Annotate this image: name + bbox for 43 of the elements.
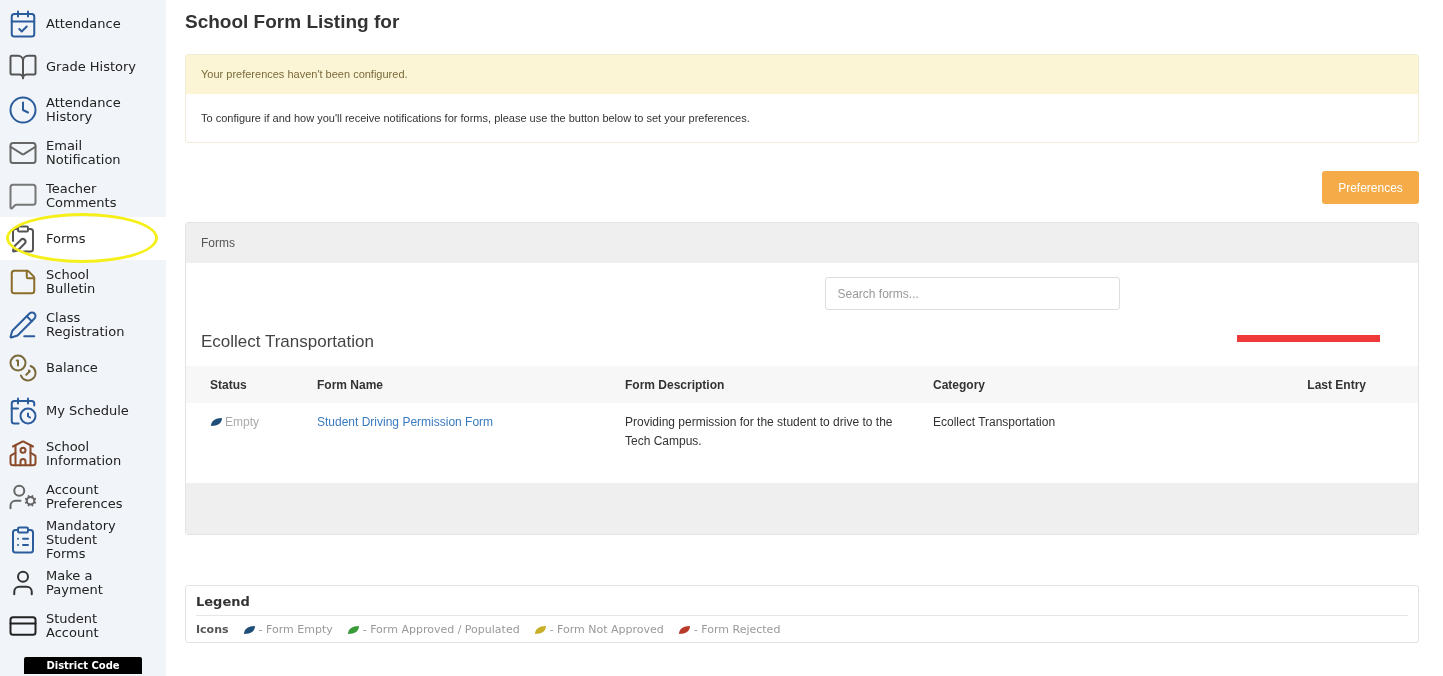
column-header: Status: [210, 376, 248, 394]
clock-icon: [8, 94, 38, 125]
sidebar-item[interactable]: Forms: [0, 217, 166, 260]
district-code-button[interactable]: District Code: [24, 657, 142, 674]
sidebar-item[interactable]: School Information: [0, 432, 166, 475]
sidebar-item[interactable]: Grade History: [0, 45, 166, 88]
sidebar-item[interactable]: My Schedule: [0, 389, 166, 432]
legend-label: Icons: [196, 622, 229, 638]
coins-icon: [8, 352, 38, 383]
sidebar-item[interactable]: Student Account: [0, 604, 166, 647]
sidebar-item[interactable]: Teacher Comments: [0, 174, 166, 217]
sidebar-item[interactable]: Attendance: [0, 2, 166, 45]
legend-text: - Form Approved / Populated: [362, 622, 520, 638]
column-header: Form Name: [317, 376, 385, 394]
legend-text: - Form Rejected: [693, 622, 781, 638]
calendar-clock-icon: [8, 395, 38, 426]
sidebar-item[interactable]: Class Registration: [0, 303, 166, 346]
sidebar-item[interactable]: Account Preferences: [0, 475, 166, 518]
legend-text: - Form Empty: [258, 622, 333, 638]
sidebar-item[interactable]: Make a Payment: [0, 561, 166, 604]
sidebar-item[interactable]: Balance: [0, 346, 166, 389]
panel-title: Forms: [201, 235, 235, 252]
sidebar-item[interactable]: Email Notification: [0, 131, 166, 174]
table-cell-text: Providing permission for the student to drive to the Tech Campus.: [625, 414, 894, 450]
group-title: Ecollect Transportation: [201, 331, 374, 354]
search-field[interactable]: Search forms...: [824, 277, 1120, 310]
table-cell-text: Ecollect Transportation: [933, 414, 1057, 431]
alert-message: To configure if and how you'll receive notifications for forms, please use the button below to set your preferences.: [201, 110, 750, 126]
sidebar-item[interactable]: Mandatory Student Forms: [0, 518, 166, 561]
status-text: Empty: [225, 414, 259, 431]
calendar-check-icon: [8, 8, 38, 39]
pencil-icon: [8, 309, 38, 340]
sidebar-item[interactable]: Attendance History: [0, 88, 166, 131]
column-header: Form Description: [625, 376, 726, 394]
column-header: Category: [933, 376, 986, 394]
alert-heading: Your preferences haven't been configured.: [201, 67, 408, 83]
legend-text: - Form Not Approved: [549, 622, 664, 638]
legend-title: Legend: [196, 594, 250, 609]
school-icon: [8, 438, 38, 469]
page-title: School Form Listing for: [185, 10, 401, 34]
sidebar-item[interactable]: School Bulletin: [0, 260, 166, 303]
column-header: Last Entry: [1307, 376, 1366, 394]
form-link[interactable]: Student Driving Permission Form: [317, 413, 625, 431]
